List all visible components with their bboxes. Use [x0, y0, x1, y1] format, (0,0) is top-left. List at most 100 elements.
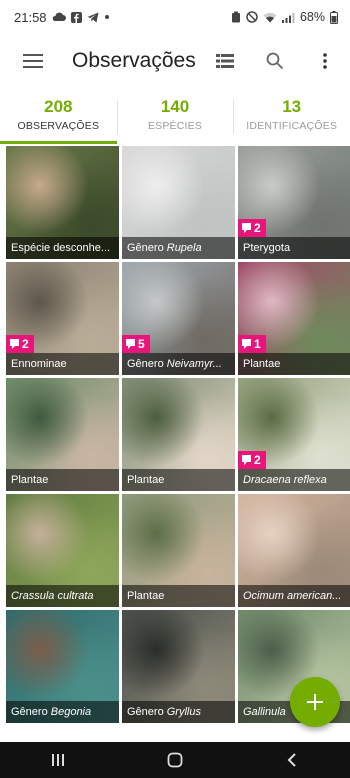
- status-time: 21:58: [14, 9, 47, 25]
- wifi-icon: [263, 12, 277, 23]
- identification-badge: 5: [122, 335, 150, 353]
- taxon-rank: Plantae: [127, 474, 165, 486]
- observation-caption: Gênero Begonia: [6, 701, 119, 723]
- identification-count: 2: [22, 337, 29, 351]
- observation-card[interactable]: 2 Dracaena reflexa: [238, 378, 350, 491]
- plus-icon: [307, 694, 323, 710]
- hamburger-menu-icon: [23, 54, 43, 68]
- mute-icon: [246, 11, 258, 23]
- page-title: Observações: [72, 49, 196, 72]
- identifications-label: IDENTIFICAÇÕES: [246, 120, 338, 132]
- observation-card[interactable]: Plantae: [122, 378, 235, 491]
- observation-caption: Gênero Gryllus: [122, 701, 235, 723]
- list-view-button[interactable]: [200, 34, 250, 88]
- tab-identifications[interactable]: 13 IDENTIFICAÇÕES: [233, 94, 350, 144]
- identification-badge: 1: [238, 335, 266, 353]
- taxon-name: Rupela: [166, 242, 202, 254]
- identification-badge: 2: [238, 219, 266, 237]
- observation-card[interactable]: Ocimum american...: [238, 494, 350, 607]
- more-vertical-icon: [323, 53, 327, 69]
- more-options-button[interactable]: [300, 34, 350, 88]
- observation-card[interactable]: 2 Pterygota: [238, 146, 350, 259]
- observation-card[interactable]: Gênero Begonia: [6, 610, 119, 723]
- identification-count: 1: [254, 337, 261, 351]
- tab-species[interactable]: 140 ESPÉCIES: [116, 94, 234, 144]
- system-nav-bar: [0, 742, 350, 778]
- observation-caption: Plantae: [122, 469, 235, 491]
- observation-card[interactable]: Gênero Gryllus: [122, 610, 235, 723]
- home-button[interactable]: [140, 742, 210, 778]
- species-count: 140: [160, 97, 190, 116]
- taxon-rank: Pterygota: [243, 242, 291, 254]
- recent-apps-button[interactable]: [23, 742, 93, 778]
- observation-caption: Plantae: [238, 353, 350, 375]
- observation-card[interactable]: Gênero Rupela: [122, 146, 235, 259]
- observation-grid: Espécie desconhe... Gênero Rupela 2 Pterygo…: [6, 146, 350, 723]
- observation-caption: Gênero Rupela: [122, 237, 235, 259]
- observation-caption: Espécie desconhe...: [6, 237, 119, 259]
- taxon-name: Begonia: [50, 706, 92, 718]
- taxon-name: Neivamyr...: [166, 358, 222, 370]
- app-bar: Observações: [0, 34, 350, 88]
- identification-count: 2: [254, 221, 261, 235]
- taxon-name: Ocimum american...: [243, 590, 342, 602]
- taxon-rank: Gênero: [127, 706, 167, 718]
- search-button[interactable]: [250, 34, 300, 88]
- observation-caption: Pterygota: [238, 237, 350, 259]
- comment-icon: [126, 339, 135, 349]
- comment-icon: [242, 339, 251, 349]
- recent-apps-icon: [52, 754, 65, 766]
- identification-count: 5: [138, 337, 145, 351]
- identification-badge: 2: [6, 335, 34, 353]
- taxon-rank: Ennominae: [11, 358, 67, 370]
- taxon-rank: Gênero: [127, 358, 167, 370]
- back-icon: [287, 753, 296, 767]
- comment-icon: [242, 455, 251, 465]
- observation-caption: Gênero Neivamyr...: [122, 353, 235, 375]
- battery-icon: [330, 10, 338, 24]
- observation-card[interactable]: 5 Gênero Neivamyr...: [122, 262, 235, 375]
- observation-card[interactable]: Plantae: [122, 494, 235, 607]
- observation-caption: Plantae: [122, 585, 235, 607]
- taxon-rank: Espécie desconhe...: [11, 242, 111, 254]
- observation-card[interactable]: Plantae: [6, 378, 119, 491]
- identification-count: 2: [254, 453, 261, 467]
- comment-icon: [242, 223, 251, 233]
- list-view-icon: [216, 54, 234, 68]
- menu-button[interactable]: [8, 34, 58, 88]
- observation-card[interactable]: Crassula cultrata: [6, 494, 119, 607]
- status-bar: 21:58 68%: [0, 0, 350, 34]
- search-icon: [266, 52, 284, 70]
- facebook-icon: [70, 11, 82, 23]
- notification-dot-icon: [104, 14, 110, 20]
- signal-icon: [281, 12, 295, 23]
- add-observation-button[interactable]: [290, 677, 340, 727]
- taxon-name: Dracaena reflexa: [243, 474, 327, 486]
- stats-tabs: 208 OBSERVAÇÕES 140 ESPÉCIES 13 IDENTIFI…: [0, 94, 350, 144]
- taxon-rank: Plantae: [243, 358, 281, 370]
- taxon-rank: Gênero: [11, 706, 51, 718]
- telegram-icon: [87, 12, 99, 23]
- identifications-count: 13: [282, 97, 302, 116]
- observations-label: OBSERVAÇÕES: [17, 120, 100, 132]
- cloud-icon: [52, 12, 66, 22]
- observation-caption: Ocimum american...: [238, 585, 350, 607]
- observation-caption: Dracaena reflexa: [238, 469, 350, 491]
- taxon-rank: Plantae: [127, 590, 165, 602]
- home-icon: [167, 752, 183, 768]
- identification-badge: 2: [238, 451, 266, 469]
- observation-card[interactable]: 2 Ennominae: [6, 262, 119, 375]
- comment-icon: [10, 339, 19, 349]
- tab-observations[interactable]: 208 OBSERVAÇÕES: [0, 94, 117, 144]
- taxon-name: Gallinula: [243, 706, 286, 718]
- battery-percent: 68%: [299, 10, 325, 24]
- observation-caption: Ennominae: [6, 353, 119, 375]
- back-button[interactable]: [257, 742, 327, 778]
- taxon-name: Gryllus: [166, 706, 201, 718]
- taxon-rank: Gênero: [127, 242, 167, 254]
- observation-card[interactable]: 1 Plantae: [238, 262, 350, 375]
- species-label: ESPÉCIES: [147, 120, 203, 132]
- observation-card[interactable]: Espécie desconhe...: [6, 146, 119, 259]
- battery-saver-icon: [231, 11, 241, 23]
- observation-caption: Crassula cultrata: [6, 585, 119, 607]
